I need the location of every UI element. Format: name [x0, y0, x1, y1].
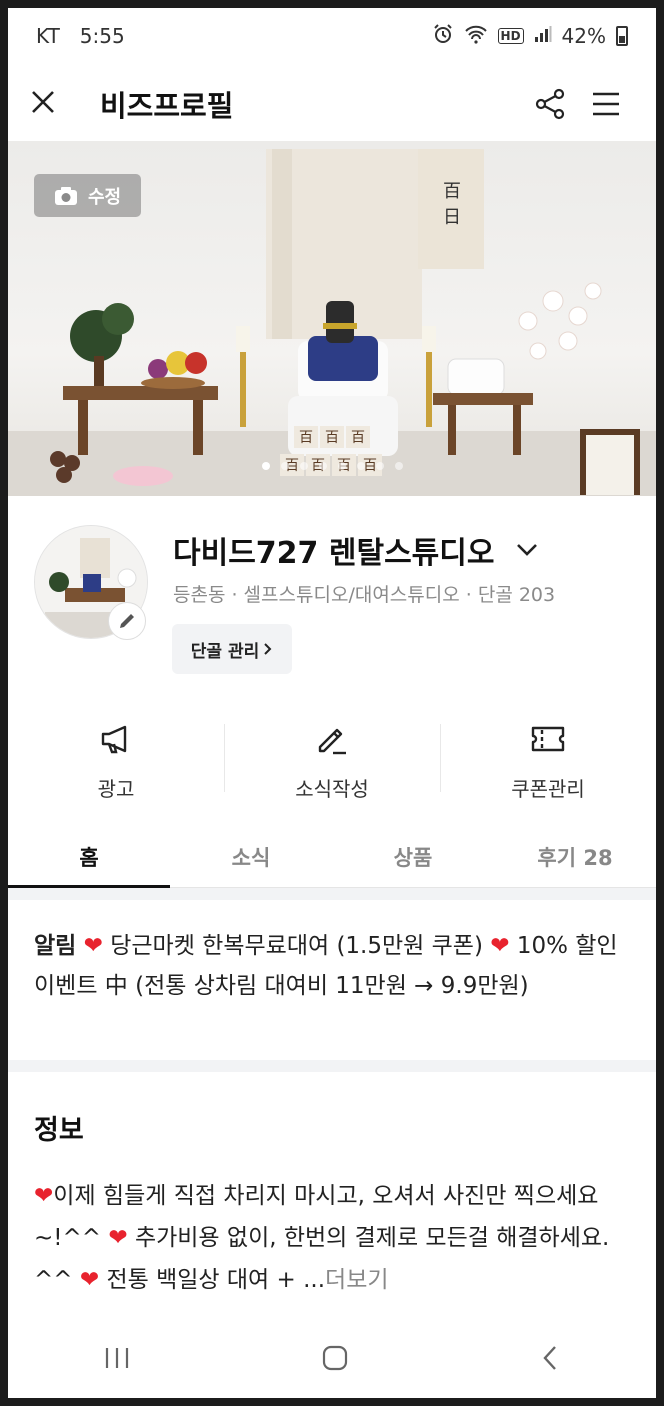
section-divider: [8, 1060, 656, 1072]
status-bar: KT 5:55 HD 42%: [8, 8, 656, 64]
info-description: ❤이제 힘들게 직접 차리지 마시고, 오셔서 사진만 찍으세요~!^^ ❤ 추…: [34, 1175, 634, 1301]
share-button[interactable]: [522, 88, 578, 120]
coupon-manage-label: 쿠폰관리: [511, 777, 585, 801]
cover-edit-label: 수정: [87, 186, 122, 208]
close-icon: [32, 91, 54, 113]
pencil-icon: [318, 728, 346, 755]
menu-button[interactable]: [578, 91, 634, 117]
heart-icon: ❤: [490, 933, 510, 959]
carousel-dot[interactable]: [337, 462, 346, 470]
coupon-manage-button[interactable]: 쿠폰관리: [440, 720, 656, 812]
wifi-icon: [464, 24, 488, 49]
section-divider: [8, 888, 656, 900]
tab-products[interactable]: 상품: [332, 832, 494, 887]
hd-badge: HD: [497, 28, 524, 44]
notice-prefix: 알림: [34, 933, 77, 959]
hamburger-menu-icon: [593, 92, 619, 116]
recent-apps-icon: [105, 1348, 128, 1368]
info-section-title: 정보: [34, 1115, 84, 1146]
manage-regulars-label: 단골 관리: [190, 641, 260, 662]
tab-bar: 홈 소식 상품 후기 28: [8, 832, 656, 888]
chevron-right-icon: [264, 643, 272, 655]
carousel-dot[interactable]: [280, 462, 289, 470]
ad-label: 광고: [97, 777, 135, 801]
recent-apps-button[interactable]: [104, 1346, 130, 1374]
tab-news[interactable]: 소식: [170, 832, 332, 887]
chevron-down-icon: [517, 544, 538, 556]
carousel-dot[interactable]: [299, 462, 308, 470]
svg-text:百: 百: [351, 430, 365, 446]
home-button[interactable]: [321, 1344, 349, 1376]
ticket-icon: [531, 726, 565, 752]
heart-icon: ❤: [79, 1267, 100, 1293]
manage-regulars-button[interactable]: 단골 관리: [172, 624, 292, 674]
carousel-indicator: [8, 462, 656, 470]
tab-reviews[interactable]: 후기 28: [494, 832, 656, 887]
megaphone-icon: [101, 725, 127, 754]
carousel-dot[interactable]: [394, 462, 403, 470]
write-news-label: 소식작성: [295, 777, 369, 801]
svg-text:百: 百: [443, 181, 461, 202]
share-icon: [535, 88, 565, 120]
alarm-icon: [432, 23, 454, 50]
notice-banner[interactable]: 알림 ❤ 당근마켓 한복무료대여 (1.5만원 쿠폰) ❤ 10% 할인 이벤트…: [34, 926, 634, 1006]
ad-button[interactable]: 광고: [8, 720, 224, 812]
cover-image[interactable]: 百 日 百 百 百 百 百 수정: [8, 141, 656, 496]
tab-home[interactable]: 홈: [8, 832, 170, 888]
heart-icon: ❤: [108, 1225, 128, 1251]
carrier-label: KT: [36, 24, 60, 48]
signal-icon: [534, 24, 552, 48]
see-more-link[interactable]: 더보기: [325, 1267, 388, 1293]
write-news-button[interactable]: 소식작성: [224, 720, 440, 812]
cover-edit-button[interactable]: 수정: [34, 174, 141, 217]
info-text-3: 전통 백일상 대여 + ...: [99, 1267, 326, 1293]
svg-text:日: 日: [443, 207, 461, 228]
business-name[interactable]: 다비드727 렌탈스튜디오: [173, 528, 538, 572]
clock: 5:55: [79, 24, 125, 48]
app-header: 비즈프로필: [8, 64, 656, 144]
carousel-dot[interactable]: [356, 462, 365, 470]
system-navigation-bar: [8, 1330, 656, 1390]
quick-actions: 광고 소식작성 쿠폰관리: [8, 720, 656, 812]
svg-text:百: 百: [299, 430, 313, 446]
heart-icon: ❤: [83, 933, 103, 959]
page-title: 비즈프로필: [100, 89, 234, 123]
back-button[interactable]: [540, 1344, 560, 1376]
business-meta: 등촌동 · 셀프스튜디오/대여스튜디오 · 단골 203: [173, 584, 556, 606]
notice-text-1: 당근마켓 한복무료대여 (1.5만원 쿠폰): [102, 933, 491, 959]
pencil-icon: [120, 614, 134, 628]
svg-text:百: 百: [325, 430, 339, 446]
battery-level: 42%: [561, 24, 606, 48]
avatar-edit-button[interactable]: [108, 602, 146, 640]
close-button[interactable]: [30, 85, 70, 123]
business-name-text: 다비드727 렌탈스튜디오: [173, 536, 495, 571]
heart-icon: ❤: [34, 1183, 54, 1209]
screen: KT 5:55 HD 42% 비즈프로필 百 日 百 百 百 百 百 수정 다비…: [8, 8, 656, 1398]
carousel-dot[interactable]: [318, 462, 327, 470]
carousel-dot[interactable]: [261, 462, 270, 470]
carousel-dot[interactable]: [375, 462, 384, 470]
battery-icon: [616, 26, 628, 46]
home-icon: [322, 1345, 348, 1371]
back-icon: [543, 1346, 557, 1370]
camera-icon: [54, 186, 77, 205]
